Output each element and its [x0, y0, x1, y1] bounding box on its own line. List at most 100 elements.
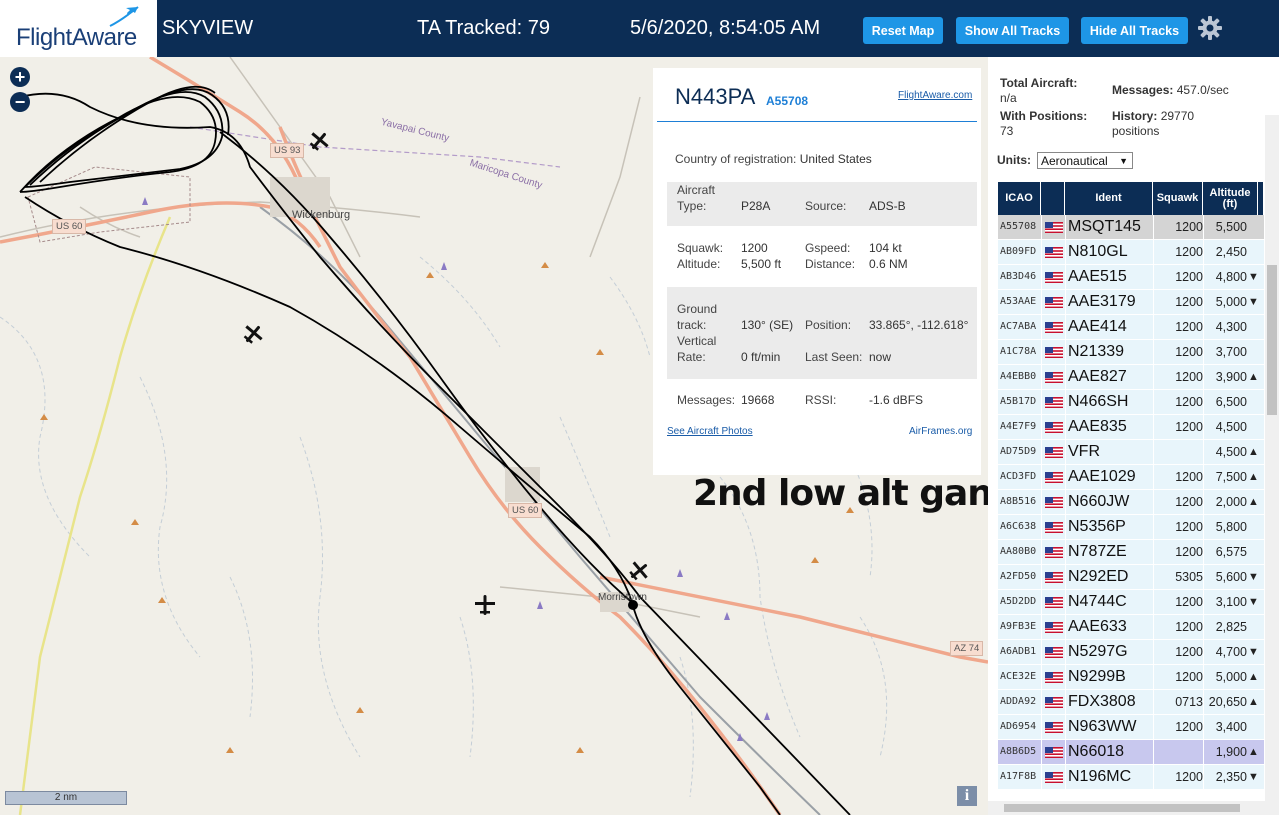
row-trend: ▲ [1248, 371, 1259, 383]
row-squawk: 1200 [1175, 720, 1203, 734]
us-flag-icon [1045, 272, 1063, 283]
col-sep [1065, 490, 1066, 514]
aircraft-icon[interactable] [308, 130, 330, 152]
horizontal-scrollbar[interactable] [988, 801, 1279, 815]
row-altitude: 5,000 [1215, 295, 1247, 309]
row-trend: ▼ [1248, 646, 1259, 658]
col-icao[interactable]: ICAO [998, 182, 1041, 215]
table-row[interactable]: A4EBB0 AAE827 1200 3,900 ▲ [998, 365, 1264, 390]
table-row[interactable]: AC7ABA AAE414 1200 4,300 [998, 315, 1264, 340]
col-sep [1153, 215, 1154, 239]
total-aircraft-stat: Total Aircraft: n/a [1000, 76, 1078, 105]
us-flag-icon [1045, 647, 1063, 658]
us-flag-icon [1045, 372, 1063, 383]
units-select[interactable]: Aeronautical ▼ [1037, 152, 1133, 169]
table-row[interactable]: A5B17D N466SH 1200 6,500 [998, 390, 1264, 415]
col-squawk[interactable]: Squawk [1153, 182, 1203, 215]
col-sep [1203, 240, 1204, 264]
table-row[interactable]: A9FB3E AAE633 1200 2,825 [998, 615, 1264, 640]
col-sep [1153, 465, 1154, 489]
row-squawk: 1200 [1175, 270, 1203, 284]
row-trend: ▼ [1248, 771, 1259, 783]
table-row[interactable]: A6C638 N5356P 1200 5,800 [998, 515, 1264, 540]
aircraft-icon[interactable] [474, 594, 496, 616]
col-sep [1153, 665, 1154, 689]
row-squawk: 1200 [1175, 245, 1203, 259]
row-altitude: 5,500 [1215, 220, 1247, 234]
row-squawk [1153, 440, 1203, 464]
scrollbar-thumb[interactable] [1004, 804, 1240, 812]
col-sep [1153, 690, 1154, 714]
col-sep [1041, 315, 1042, 339]
col-sep [1041, 540, 1042, 564]
gear-icon[interactable] [1197, 15, 1223, 41]
row-altitude: 4,500 [1215, 420, 1247, 434]
col-sep [1153, 540, 1154, 564]
col-sep [1041, 340, 1042, 364]
flightaware-logo[interactable]: FlightAware [0, 0, 157, 57]
messages-block: Messages: 19668 RSSI: -1.6 dBFS [677, 393, 924, 407]
aircraft-icon[interactable] [242, 323, 264, 345]
hide-all-tracks-button[interactable]: Hide All Tracks [1081, 17, 1188, 44]
row-altitude: 2,450 [1215, 245, 1247, 259]
airframes-link[interactable]: AirFrames.org [909, 426, 972, 437]
col-sep [1065, 465, 1066, 489]
table-row[interactable]: A6ADB1 N5297G 1200 4,700 ▼ [998, 640, 1264, 665]
col-sep [1203, 365, 1204, 389]
col-sep [1041, 265, 1042, 289]
table-row[interactable]: A55708 MSQT145 1200 5,500 [998, 215, 1264, 240]
table-row[interactable]: A5D2DD N4744C 1200 3,100 ▼ [998, 590, 1264, 615]
row-ident: N5356P [1068, 518, 1126, 535]
col-sep [1041, 640, 1042, 664]
col-sep [1065, 615, 1066, 639]
table-row[interactable]: AB3D46 AAE515 1200 4,800 ▼ [998, 265, 1264, 290]
table-row[interactable]: ACE32E N9299B 1200 5,000 ▲ [998, 665, 1264, 690]
table-row[interactable]: AD75D9 VFR 4,500 ▲ [998, 440, 1264, 465]
table-row[interactable]: A53AAE AAE3179 1200 5,000 ▼ [998, 290, 1264, 315]
table-row[interactable]: A1C78A N21339 1200 3,700 [998, 340, 1264, 365]
reset-map-button[interactable]: Reset Map [863, 17, 943, 44]
aircraft-photos-link[interactable]: See Aircraft Photos [667, 426, 753, 437]
col-sep [1041, 665, 1042, 689]
row-ident: N963WW [1068, 718, 1137, 735]
table-row[interactable]: ADDA92 FDX3808 0713 20,650 ▲ [998, 690, 1264, 715]
row-icao: AC7ABA [1000, 321, 1037, 332]
col-sep [1041, 765, 1042, 789]
vertical-scrollbar[interactable] [1265, 115, 1279, 815]
row-squawk: 1200 [1175, 295, 1203, 309]
table-row[interactable]: AA80B0 N787ZE 1200 6,575 [998, 540, 1264, 565]
table-row[interactable]: ACD3FD AAE1029 1200 7,500 ▲ [998, 465, 1264, 490]
table-row[interactable]: A17F8B N196MC 1200 2,350 ▼ [998, 765, 1264, 790]
row-icao: A4E7F9 [1000, 421, 1037, 432]
row-icao: A4EBB0 [1000, 371, 1037, 382]
us-flag-icon [1045, 772, 1063, 783]
zoom-in-button[interactable]: + [10, 67, 30, 87]
col-ident[interactable]: Ident [1065, 182, 1153, 215]
row-trend: ▲ [1248, 746, 1259, 758]
table-row[interactable]: A4E7F9 AAE835 1200 4,500 [998, 415, 1264, 440]
row-icao: AB3D46 [1000, 271, 1037, 282]
col-sep [1153, 640, 1154, 664]
place-morristown: Morristown [598, 592, 647, 603]
row-ident: AAE515 [1068, 268, 1127, 285]
us-flag-icon [1045, 722, 1063, 733]
show-all-tracks-button[interactable]: Show All Tracks [956, 17, 1069, 44]
flightaware-link[interactable]: FlightAware.com [898, 90, 972, 101]
col-altitude[interactable]: Altitude (ft) [1203, 182, 1258, 215]
table-row[interactable]: A2FD50 N292ED 5305 5,600 ▼ [998, 565, 1264, 590]
col-flag[interactable] [1041, 182, 1065, 215]
info-icon[interactable]: i [957, 786, 977, 806]
table-row[interactable]: A8B516 N660JW 1200 2,000 ▲ [998, 490, 1264, 515]
col-sep [1041, 515, 1042, 539]
table-row[interactable]: A8B6D5 N66018 1,900 ▲ [998, 740, 1264, 765]
us-flag-icon [1045, 347, 1063, 358]
zoom-out-button[interactable]: − [10, 92, 30, 112]
table-row[interactable]: AD6954 N963WW 1200 3,400 [998, 715, 1264, 740]
popup-divider [657, 121, 977, 122]
table-row[interactable]: AB09FD N810GL 1200 2,450 [998, 240, 1264, 265]
col-sep [1153, 415, 1154, 439]
aircraft-icon[interactable] [628, 560, 650, 582]
scrollbar-thumb[interactable] [1267, 265, 1277, 415]
row-ident: AAE835 [1068, 418, 1127, 435]
col-sep [1203, 515, 1204, 539]
